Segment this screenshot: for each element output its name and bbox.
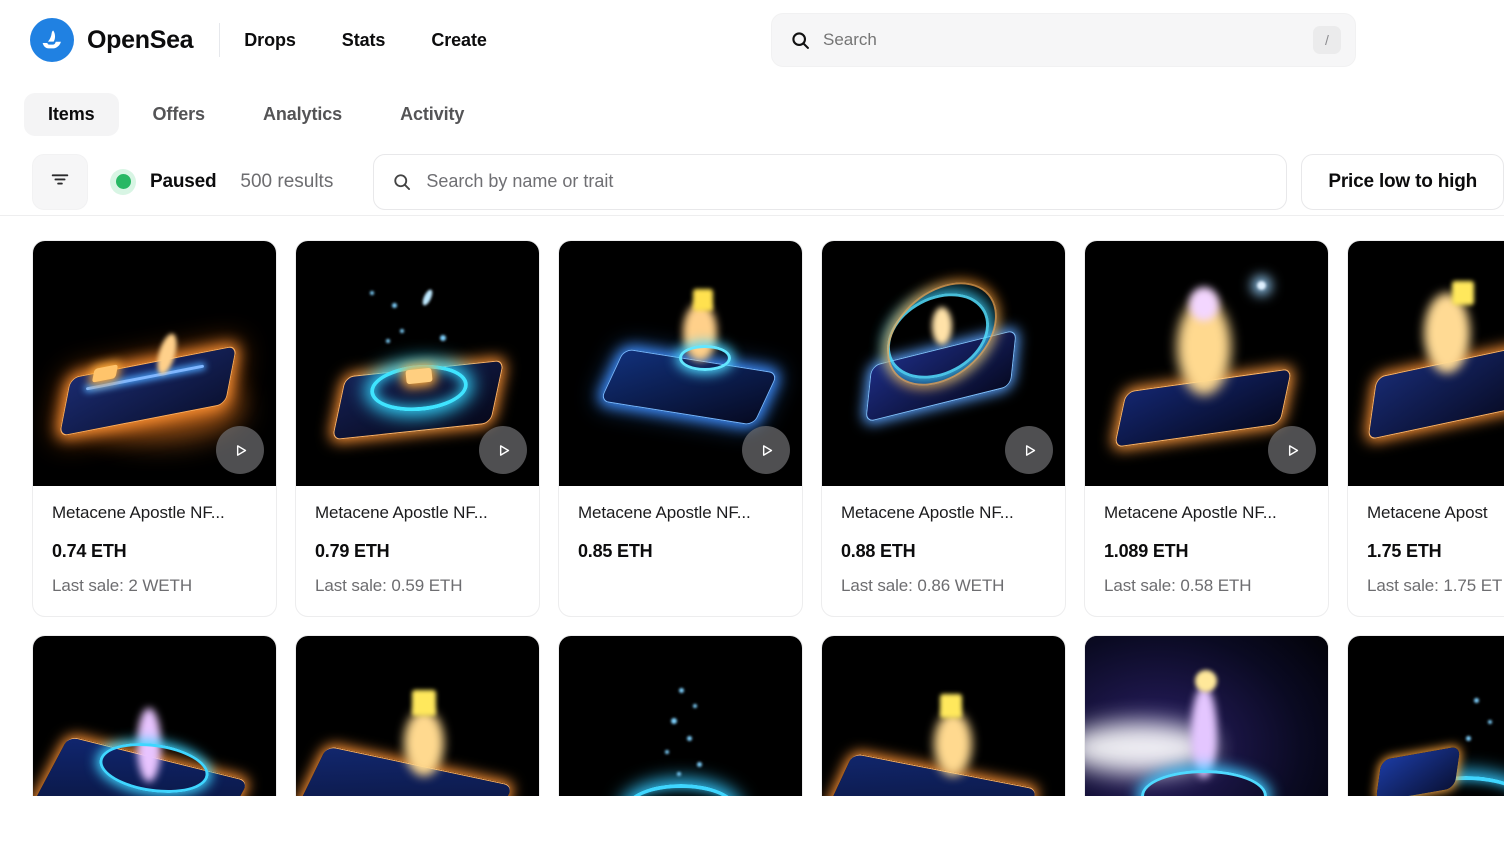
global-search-box[interactable]: / (771, 13, 1356, 67)
nft-card[interactable]: Metacene Apost 1.75 ETH Last sale: 1.75 … (1347, 240, 1504, 617)
nft-info: Metacene Apostle NF... 0.79 ETH Last sal… (296, 486, 539, 596)
nft-card[interactable] (32, 635, 277, 796)
trait-search-input[interactable] (426, 171, 1269, 192)
nav-link-stats[interactable]: Stats (342, 30, 386, 51)
nft-media (33, 241, 276, 486)
nav-link-drops[interactable]: Drops (244, 30, 296, 51)
nft-artwork-neon-flagbearer-card (296, 636, 539, 796)
nft-artwork-neon-fire-rider (1348, 241, 1504, 486)
nft-card[interactable] (1347, 635, 1504, 796)
collection-tabs: Items Offers Analytics Activity (0, 80, 1504, 148)
status-label: Paused (150, 170, 217, 192)
top-navigation-bar: OpenSea Drops Stats Create / (0, 0, 1504, 80)
nft-media (33, 636, 276, 796)
nft-media (559, 636, 802, 796)
nft-media (1348, 241, 1504, 486)
nav-divider (219, 23, 221, 57)
filter-toggle-button[interactable] (32, 153, 88, 210)
opensea-brand-home-link[interactable]: OpenSea (30, 18, 194, 62)
nft-title: Metacene Apostle NF... (841, 503, 1014, 522)
nft-price: 0.85 ETH (578, 541, 653, 561)
nft-card[interactable]: Metacene Apostle NF... 0.74 ETH Last sal… (32, 240, 277, 617)
search-shortcut-key: / (1313, 26, 1341, 54)
nft-media (1085, 636, 1328, 796)
nft-media (822, 241, 1065, 486)
nft-media (296, 636, 539, 796)
nft-info: Metacene Apost 1.75 ETH Last sale: 1.75 … (1348, 486, 1504, 596)
nft-artwork-neon-dancer-card (33, 636, 276, 796)
nft-card[interactable] (295, 635, 540, 796)
nft-title: Metacene Apostle NF... (52, 503, 225, 522)
nft-artwork-neon-gold-rider-card (822, 636, 1065, 796)
nft-media (559, 241, 802, 486)
play-icon[interactable] (1268, 426, 1316, 474)
results-count-label: 500 results (240, 170, 334, 192)
nft-title: Metacene Apostle NF... (315, 503, 488, 522)
nft-artwork-neon-blue-sparkle-ring (559, 636, 802, 796)
nft-card[interactable]: Metacene Apostle NF... 0.88 ETH Last sal… (821, 240, 1066, 617)
search-icon (392, 172, 412, 192)
status-dot-icon (110, 168, 136, 195)
nft-info: Metacene Apostle NF... 0.88 ETH Last sal… (822, 486, 1065, 596)
primary-nav-links: Drops Stats Create (244, 30, 487, 51)
play-icon[interactable] (742, 426, 790, 474)
nft-price: 0.74 ETH (52, 541, 127, 561)
sort-selected-value: Price low to high (1328, 170, 1477, 192)
nft-media (1085, 241, 1328, 486)
nft-price: 0.79 ETH (315, 541, 390, 561)
nft-media (822, 636, 1065, 796)
nft-title: Metacene Apostle NF... (1104, 503, 1277, 522)
sort-dropdown[interactable]: Price low to high (1301, 153, 1504, 210)
opensea-sailboat-icon (30, 18, 74, 62)
nft-last-sale: Last sale: 0.58 ETH (1104, 576, 1252, 595)
nft-last-sale: Last sale: 1.75 ET (1367, 576, 1503, 595)
play-icon[interactable] (479, 426, 527, 474)
brand-name-label: OpenSea (87, 25, 194, 54)
items-grid: Metacene Apostle NF... 0.74 ETH Last sal… (32, 240, 1504, 796)
nft-card[interactable] (821, 635, 1066, 796)
nft-last-sale: Last sale: 0.59 ETH (315, 576, 463, 595)
tab-offers[interactable]: Offers (129, 93, 229, 136)
tab-activity[interactable]: Activity (376, 93, 488, 136)
nft-price: 0.88 ETH (841, 541, 916, 561)
nft-card[interactable]: Metacene Apostle NF... 0.85 ETH (558, 240, 803, 617)
nft-info: Metacene Apostle NF... 1.089 ETH Last sa… (1085, 486, 1328, 596)
filter-toolbar: Paused 500 results Price low to high (0, 148, 1504, 216)
nft-last-sale: Last sale: 0.86 WETH (841, 576, 1005, 595)
play-icon[interactable] (1005, 426, 1053, 474)
nft-price: 1.75 ETH (1367, 541, 1442, 561)
global-search-input[interactable] (823, 30, 1313, 50)
trait-search-box[interactable] (373, 153, 1288, 210)
nft-artwork-neon-blue-ring-sparkle (1348, 636, 1504, 796)
nft-card[interactable] (1084, 635, 1329, 796)
tab-analytics[interactable]: Analytics (239, 93, 366, 136)
nft-info: Metacene Apostle NF... 0.85 ETH (559, 486, 802, 562)
nft-card[interactable] (558, 635, 803, 796)
nft-card[interactable]: Metacene Apostle NF... 1.089 ETH Last sa… (1084, 240, 1329, 617)
nft-artwork-neon-comet-dancer (1085, 636, 1328, 796)
nft-media (1348, 636, 1504, 796)
search-icon (790, 30, 811, 51)
nft-price: 1.089 ETH (1104, 541, 1189, 561)
items-grid-scroll-area[interactable]: Metacene Apostle NF... 0.74 ETH Last sal… (0, 216, 1504, 796)
nav-link-create[interactable]: Create (431, 30, 487, 51)
nft-info: Metacene Apostle NF... 0.74 ETH Last sal… (33, 486, 276, 596)
nft-last-sale: Last sale: 2 WETH (52, 576, 193, 595)
nft-title: Metacene Apostle NF... (578, 503, 751, 522)
status-indicator: Paused (110, 168, 217, 195)
play-icon[interactable] (216, 426, 264, 474)
nft-media (296, 241, 539, 486)
filter-icon (49, 168, 71, 195)
global-search-container: / (771, 13, 1356, 67)
nft-card[interactable]: Metacene Apostle NF... 0.79 ETH Last sal… (295, 240, 540, 617)
tab-items[interactable]: Items (24, 92, 119, 136)
nft-title: Metacene Apost (1367, 503, 1488, 522)
